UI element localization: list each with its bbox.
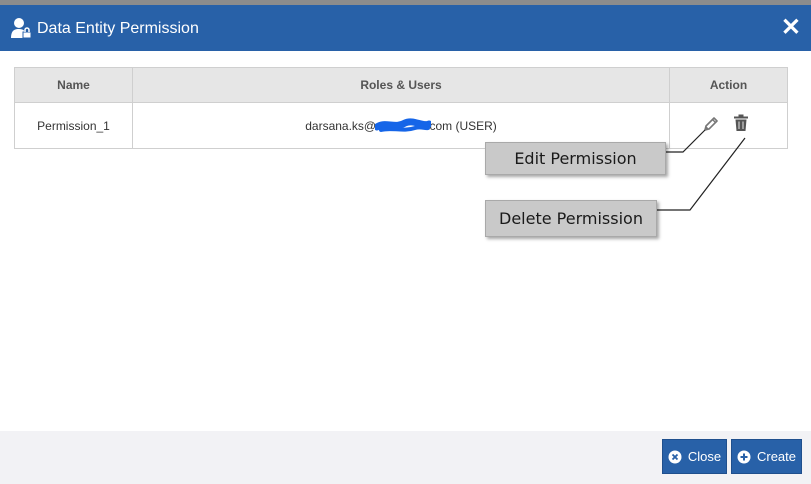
edit-permission-callout-label: Edit Permission xyxy=(514,149,637,168)
close-icon[interactable]: ✕ xyxy=(781,13,801,43)
pencil-icon[interactable] xyxy=(702,115,720,133)
create-button[interactable]: Create xyxy=(731,439,802,474)
column-header-roles-users[interactable]: Roles & Users xyxy=(132,67,670,103)
email-suffix: .com (USER) xyxy=(426,118,497,133)
delete-permission-callout: Delete Permission xyxy=(485,200,657,237)
column-header-action: Action xyxy=(669,67,788,103)
permission-name-cell: Permission_1 xyxy=(14,102,133,149)
dialog-title: Data Entity Permission xyxy=(37,20,199,37)
plus-circle-icon xyxy=(737,450,751,463)
close-button-label: Close xyxy=(687,449,722,464)
table-row[interactable]: Permission_1 darsana.ks@ .com (USER) xyxy=(14,102,788,149)
edit-permission-callout: Edit Permission xyxy=(485,142,666,175)
permissions-table: Name Roles & Users Action Permission_1 d… xyxy=(14,67,788,149)
column-header-name[interactable]: Name xyxy=(14,67,133,103)
close-button[interactable]: Close xyxy=(662,439,727,474)
dialog-footer: Close Create xyxy=(0,431,811,484)
x-circle-icon xyxy=(668,450,682,463)
redaction-scribble xyxy=(375,117,432,132)
table-header-row: Name Roles & Users Action xyxy=(14,67,788,103)
roles-users-value: darsana.ks@ .com (USER) xyxy=(305,117,497,133)
email-prefix: darsana.ks@ xyxy=(305,118,377,133)
delete-permission-callout-label: Delete Permission xyxy=(499,209,643,228)
dialog-header: Data Entity Permission ✕ xyxy=(0,5,811,51)
action-cell xyxy=(669,102,788,149)
user-lock-icon xyxy=(11,18,32,39)
trash-icon[interactable] xyxy=(733,114,749,132)
create-button-label: Create xyxy=(756,449,797,464)
